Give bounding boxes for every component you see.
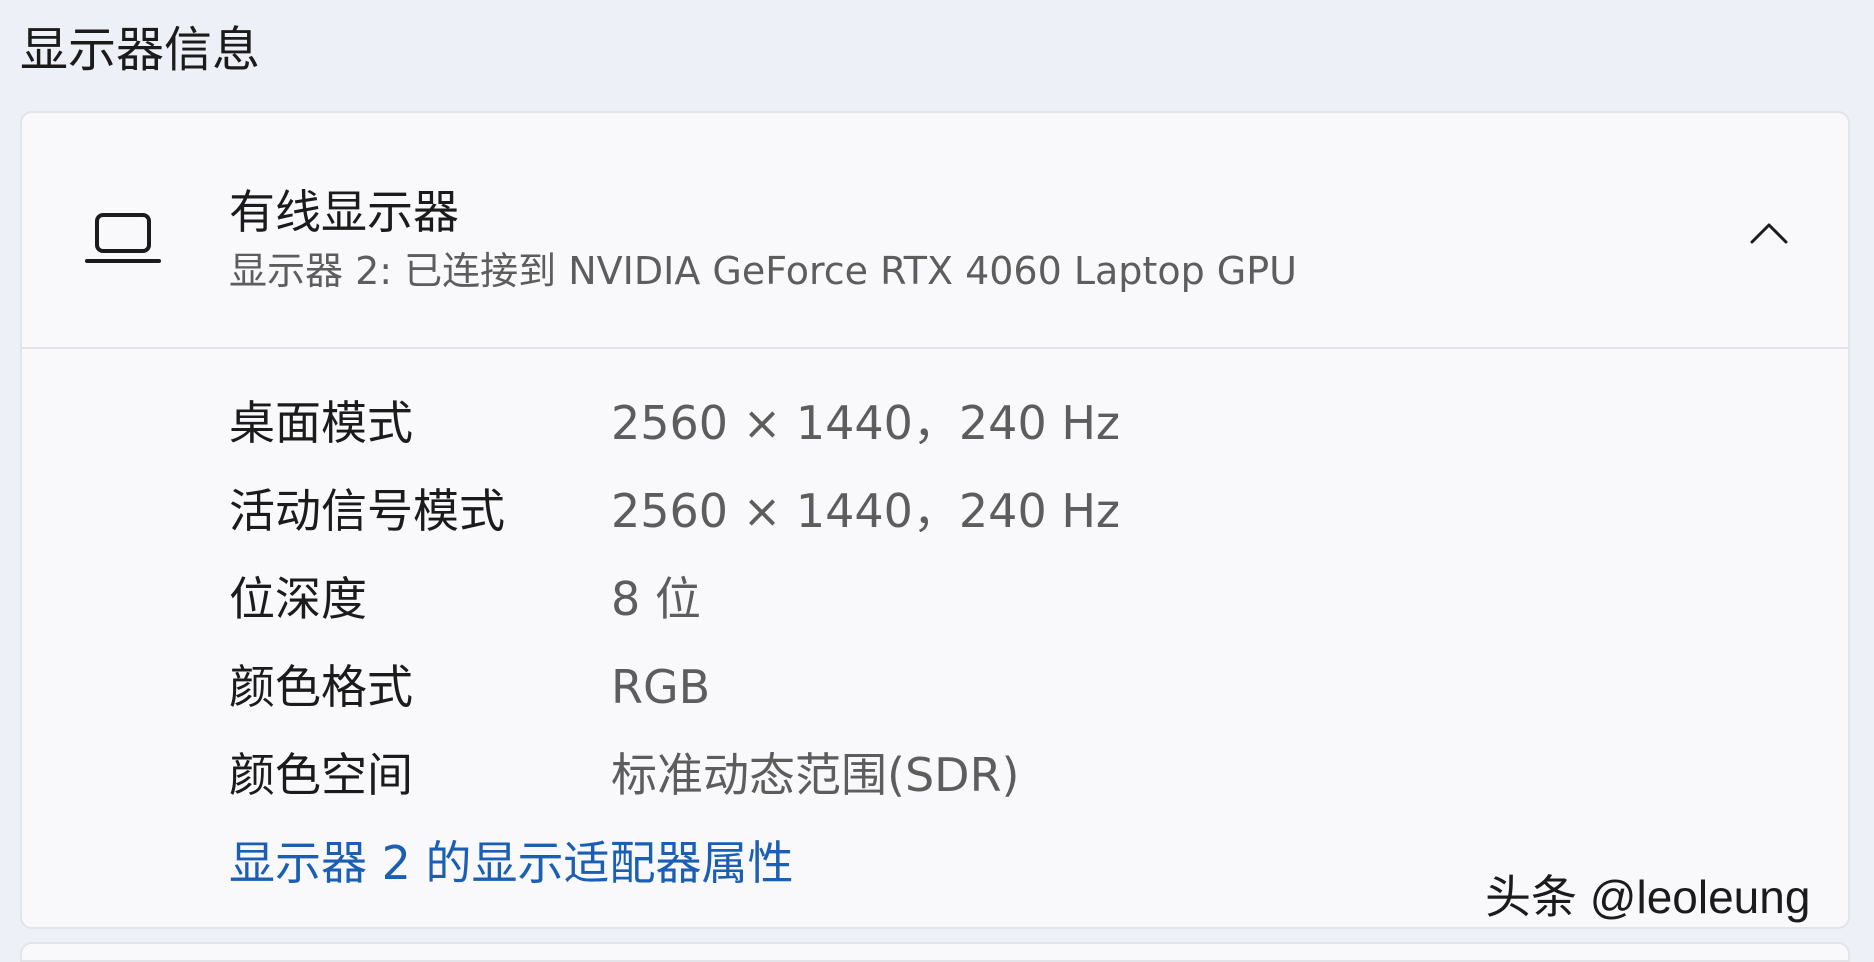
display-card-header[interactable]: 有线显示器 显示器 2: 已连接到 NVIDIA GeForce RTX 406… <box>22 113 1848 349</box>
detail-label: 位深度 <box>229 572 367 626</box>
detail-value: 8 位 <box>611 572 701 626</box>
laptop-icon <box>84 209 162 269</box>
display-connection-subtitle: 显示器 2: 已连接到 NVIDIA GeForce RTX 4060 Lapt… <box>229 249 1297 293</box>
collapse-button[interactable] <box>1742 206 1796 260</box>
detail-label: 颜色空间 <box>229 748 413 802</box>
detail-value: RGB <box>611 660 711 714</box>
detail-row-color-space: 颜色空间 标准动态范围(SDR) <box>229 729 1629 817</box>
detail-label: 桌面模式 <box>229 396 413 450</box>
display-adapter-properties-link[interactable]: 显示器 2 的显示适配器属性 <box>229 833 794 893</box>
display-info-card: 有线显示器 显示器 2: 已连接到 NVIDIA GeForce RTX 406… <box>20 111 1850 929</box>
next-card-edge <box>20 942 1850 962</box>
detail-label: 颜色格式 <box>229 660 413 714</box>
detail-row-desktop-mode: 桌面模式 2560 × 1440，240 Hz <box>229 377 1629 465</box>
detail-row-bit-depth: 位深度 8 位 <box>229 553 1629 641</box>
detail-row-color-format: 颜色格式 RGB <box>229 641 1629 729</box>
detail-value: 标准动态范围(SDR) <box>611 748 1020 802</box>
section-title: 显示器信息 <box>20 22 261 78</box>
detail-row-active-signal-mode: 活动信号模式 2560 × 1440，240 Hz <box>229 465 1629 553</box>
chevron-up-icon <box>1750 223 1788 244</box>
display-name: 有线显示器 <box>229 185 459 239</box>
detail-value: 2560 × 1440，240 Hz <box>611 396 1121 450</box>
detail-value: 2560 × 1440，240 Hz <box>611 484 1121 538</box>
watermark: 头条 @leoleung <box>1485 871 1811 923</box>
detail-label: 活动信号模式 <box>229 484 505 538</box>
